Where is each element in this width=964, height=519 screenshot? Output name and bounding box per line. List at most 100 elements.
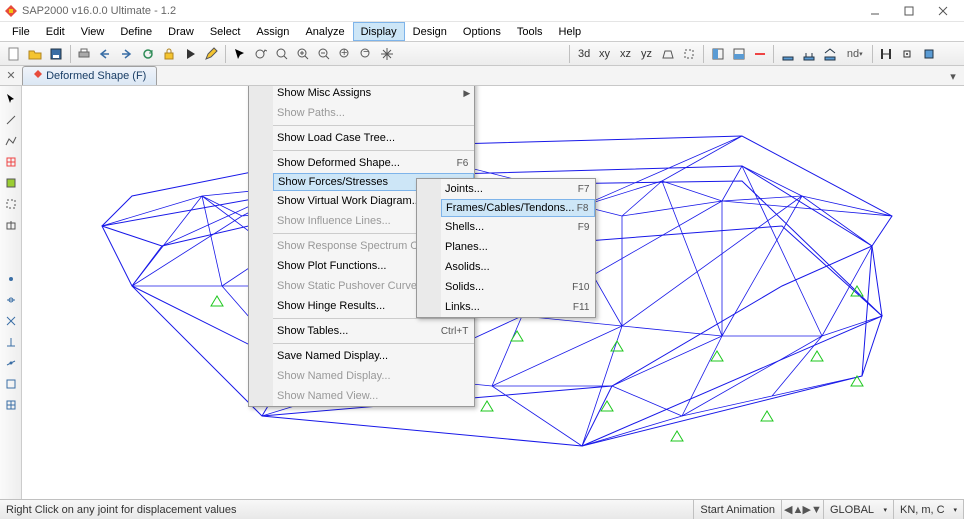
menu-options[interactable]: Options — [455, 22, 509, 41]
arrow-right-icon[interactable]: ▶ — [803, 503, 811, 516]
submenu-item[interactable]: Frames/Cables/Tendons...F8 — [441, 199, 595, 217]
menu-item[interactable]: Show Load Case Tree... — [273, 128, 474, 148]
menu-item[interactable]: Show Deformed Shape...F6 — [273, 153, 474, 173]
shrink-icon[interactable] — [680, 44, 699, 64]
window-title: SAP2000 v16.0.0 Ultimate - 1.2 — [22, 5, 858, 17]
draw-area2-icon[interactable] — [2, 195, 20, 213]
perspective-icon[interactable] — [659, 44, 678, 64]
view-3d-icon[interactable]: 3d — [574, 44, 593, 64]
svg-text:−: − — [363, 47, 369, 58]
tab-close-icon[interactable]: ✕ — [4, 68, 18, 82]
padlock-icon[interactable] — [940, 44, 960, 64]
tab-dropdown-icon[interactable]: ▾ — [946, 69, 960, 83]
assign-2-icon[interactable] — [898, 44, 917, 64]
menu-tools[interactable]: Tools — [509, 22, 551, 41]
submenu-item[interactable]: Links...F11 — [441, 297, 595, 317]
element-3-icon[interactable] — [821, 44, 840, 64]
menu-analyze[interactable]: Analyze — [297, 22, 352, 41]
minimize-button[interactable] — [858, 1, 892, 21]
view-xy-icon[interactable]: xy — [595, 44, 614, 64]
section-2-icon[interactable] — [729, 44, 748, 64]
menu-item[interactable]: Show Tables...Ctrl+T — [273, 321, 474, 341]
menu-file[interactable]: File — [4, 22, 38, 41]
arrow-up-icon[interactable]: ▲ — [793, 504, 803, 516]
submenu-item[interactable]: Asolids... — [441, 257, 595, 277]
snap-perp-icon[interactable] — [2, 333, 20, 351]
animation-arrows[interactable]: ◀ ▲ ▶ ▼ — [782, 500, 824, 519]
menu-help[interactable]: Help — [551, 22, 590, 41]
print-icon[interactable] — [74, 44, 93, 64]
menu-define[interactable]: Define — [112, 22, 160, 41]
menu-select[interactable]: Select — [202, 22, 249, 41]
submenu-item[interactable]: Planes... — [441, 237, 595, 257]
arrow-left-icon[interactable]: ◀ — [784, 503, 792, 516]
menu-edit[interactable]: Edit — [38, 22, 73, 41]
snap-line-icon[interactable] — [2, 354, 20, 372]
draw-area-icon[interactable] — [2, 174, 20, 192]
units-selector[interactable]: KN, m, C ▾ — [894, 500, 964, 519]
new-icon[interactable] — [4, 44, 23, 64]
submenu-item[interactable]: Joints...F7 — [441, 179, 595, 199]
menu-view[interactable]: View — [73, 22, 113, 41]
submenu-item[interactable]: Shells...F9 — [441, 217, 595, 237]
redo-icon[interactable] — [117, 44, 136, 64]
select-tool-icon[interactable] — [2, 90, 20, 108]
pointer-icon[interactable] — [230, 44, 249, 64]
open-icon[interactable] — [25, 44, 44, 64]
menu-design[interactable]: Design — [405, 22, 455, 41]
zoom-region-icon[interactable] — [272, 44, 291, 64]
arrow-down-icon[interactable]: ▼ — [811, 504, 821, 516]
pencil-icon[interactable] — [202, 44, 221, 64]
menu-item[interactable]: Show Misc Assigns▶ — [273, 86, 474, 103]
menu-assign[interactable]: Assign — [248, 22, 297, 41]
menu-bar: File Edit View Define Draw Select Assign… — [0, 22, 964, 42]
named-display-button[interactable]: nd ▾ — [842, 44, 868, 64]
section-cut-icon[interactable] — [750, 44, 769, 64]
refresh-icon[interactable] — [138, 44, 157, 64]
draw-polyline-icon[interactable] — [2, 132, 20, 150]
rotate-icon[interactable] — [251, 44, 270, 64]
menu-item: Show Named View... — [273, 386, 474, 406]
menu-item[interactable]: Save Named Display... — [273, 346, 474, 366]
status-bar: Right Click on any joint for displacemen… — [0, 499, 964, 519]
pan-icon[interactable] — [378, 44, 397, 64]
view-yz-icon[interactable]: yz — [637, 44, 656, 64]
zoom-prev-icon[interactable] — [314, 44, 333, 64]
svg-text:xz: xz — [620, 48, 631, 60]
coord-system[interactable]: GLOBAL ▾ — [824, 500, 894, 519]
close-button[interactable] — [926, 1, 960, 21]
active-tab[interactable]: Deformed Shape (F) — [22, 66, 157, 85]
run-icon[interactable] — [180, 44, 199, 64]
element-1-icon[interactable] — [778, 44, 797, 64]
view-xz-icon[interactable]: xz — [616, 44, 635, 64]
zoom-out-icon[interactable]: − — [357, 44, 376, 64]
draw-grid-icon[interactable] — [2, 153, 20, 171]
undo-icon[interactable] — [96, 44, 115, 64]
svg-text:xy: xy — [599, 48, 611, 60]
draw-line-icon[interactable] — [2, 111, 20, 129]
start-animation-button[interactable]: Start Animation — [694, 500, 782, 519]
assign-3-icon[interactable] — [919, 44, 938, 64]
snap-point-icon[interactable] — [2, 270, 20, 288]
lock-icon[interactable] — [159, 44, 178, 64]
snap-mid-icon[interactable] — [2, 291, 20, 309]
submenu-item[interactable]: Solids...F10 — [441, 277, 595, 297]
zoom-full-icon[interactable] — [293, 44, 312, 64]
chevron-down-icon: ▾ — [883, 506, 887, 514]
maximize-button[interactable] — [892, 1, 926, 21]
draw-area3-icon[interactable] — [2, 216, 20, 234]
svg-text:+: + — [341, 47, 347, 59]
save-icon[interactable] — [46, 44, 65, 64]
forces-submenu: Joints...F7Frames/Cables/Tendons...F8She… — [416, 178, 596, 318]
svg-text:3d: 3d — [578, 48, 590, 60]
element-2-icon[interactable] — [800, 44, 819, 64]
menu-draw[interactable]: Draw — [160, 22, 202, 41]
assign-1-icon[interactable] — [877, 44, 896, 64]
section-1-icon[interactable] — [708, 44, 727, 64]
canvas-3d-view[interactable]: Show Undeformed ShapeF4Show Load Assigns… — [22, 86, 964, 499]
menu-display[interactable]: Display — [353, 22, 405, 41]
snap-edge-icon[interactable] — [2, 375, 20, 393]
zoom-in-icon[interactable]: + — [335, 44, 354, 64]
snap-intersect-icon[interactable] — [2, 312, 20, 330]
snap-grid-icon[interactable] — [2, 396, 20, 414]
